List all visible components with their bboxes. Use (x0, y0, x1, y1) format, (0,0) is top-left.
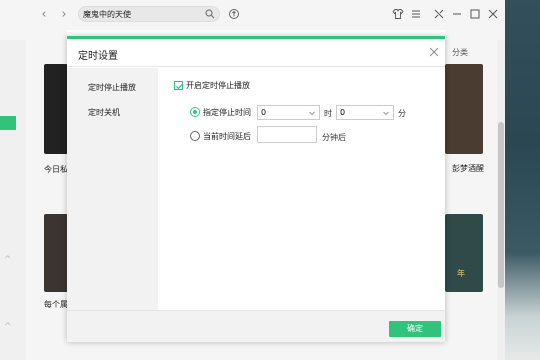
delay-time-label: 当前时间延后 (203, 132, 251, 141)
dialog-header: 定时设置 (67, 39, 445, 67)
back-icon[interactable]: ‹ (38, 8, 50, 22)
timer-settings-dialog: 定时设置 定时停止播放 定时关机 开启定时停止播放 指定停止时间 0 时 0 分… (67, 36, 445, 342)
hour-unit: 时 (324, 109, 332, 118)
mini-mode-icon[interactable] (433, 8, 445, 20)
search-icon[interactable] (205, 9, 215, 19)
minimize-icon[interactable] (451, 8, 463, 20)
checkmark-icon (176, 83, 183, 90)
hour-select[interactable]: 0 (257, 105, 320, 120)
cover-text: 年 (457, 269, 465, 278)
dialog-sidebar: 定时停止播放 定时关机 (67, 68, 158, 310)
minute-unit: 分 (398, 109, 406, 118)
specified-time-radio[interactable] (190, 107, 200, 117)
desktop-background (505, 0, 540, 360)
chevron-down-icon (309, 111, 315, 116)
chevron-up-icon-2[interactable]: ^ (4, 322, 14, 332)
dialog-content: 开启定时停止播放 指定停止时间 0 时 0 分 当前时间延后 分钟后 (158, 68, 445, 310)
playlist-cover-2[interactable] (44, 214, 68, 292)
playlist-cover[interactable] (44, 64, 68, 154)
delay-minutes-input[interactable] (257, 126, 317, 143)
forward-icon[interactable]: › (58, 8, 70, 22)
app-topbar: ‹ › (0, 0, 505, 30)
maximize-icon[interactable] (469, 8, 481, 20)
search-input[interactable] (83, 8, 201, 20)
playlist-title-2[interactable]: 每个属 (44, 299, 68, 310)
app-sidebar: ^ ^ (0, 40, 26, 360)
dialog-footer: 确定 (67, 310, 445, 342)
playlist-title[interactable]: 今日私 (44, 164, 68, 175)
sidebar-item-shutdown[interactable]: 定时关机 (88, 107, 120, 118)
recognize-music-icon[interactable] (228, 8, 240, 20)
scrollbar-track[interactable] (497, 40, 505, 360)
minute-value: 0 (340, 108, 346, 117)
playlist-cover-right-2[interactable]: 年 (445, 214, 483, 292)
playlist-title-right[interactable]: 彭梦酒醒 (452, 163, 484, 174)
chevron-up-icon[interactable]: ^ (4, 255, 14, 265)
ok-button[interactable]: 确定 (389, 321, 441, 337)
delay-unit: 分钟后 (322, 133, 346, 142)
scrollbar-thumb[interactable] (498, 122, 504, 288)
enable-stop-label: 开启定时停止播放 (186, 81, 250, 90)
sidebar-active-indicator (0, 116, 16, 130)
dialog-title: 定时设置 (78, 51, 118, 62)
sidebar-item-stop-playback[interactable]: 定时停止播放 (88, 82, 136, 93)
menu-icon[interactable] (410, 8, 422, 20)
category-tag[interactable]: 分类 (452, 47, 468, 58)
chevron-down-icon-2 (383, 111, 389, 116)
playlist-cover-right[interactable] (445, 64, 483, 154)
delay-time-radio[interactable] (190, 131, 200, 141)
minute-select[interactable]: 0 (336, 105, 394, 120)
enable-stop-checkbox[interactable] (174, 81, 183, 90)
close-window-icon[interactable] (487, 8, 499, 20)
specified-time-label: 指定停止时间 (203, 108, 251, 117)
hour-value: 0 (261, 108, 267, 117)
search-box[interactable] (78, 6, 220, 22)
skin-icon[interactable] (392, 8, 404, 20)
close-icon[interactable] (429, 47, 439, 57)
